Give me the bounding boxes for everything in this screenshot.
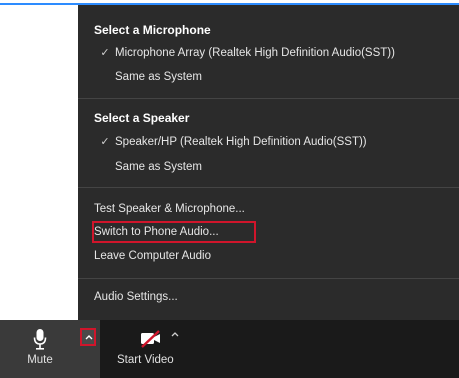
switch-to-phone-audio-item[interactable]: Switch to Phone Audio... (94, 222, 219, 242)
mute-label: Mute (27, 354, 53, 366)
test-speaker-microphone-label: Test Speaker & Microphone... (94, 203, 245, 215)
background-area (0, 5, 78, 320)
microphone-option-label: Same as System (115, 71, 202, 83)
start-video-label: Start Video (117, 354, 174, 366)
video-off-icon (141, 330, 160, 348)
mute-button[interactable]: Mute (0, 320, 100, 378)
audio-options-menu: Select a Microphone ✓ Microphone Array (… (78, 5, 459, 320)
test-speaker-microphone-item[interactable]: Test Speaker & Microphone... (94, 199, 245, 219)
menu-divider (78, 187, 459, 188)
switch-to-phone-audio-label: Switch to Phone Audio... (94, 226, 219, 238)
audio-settings-item[interactable]: Audio Settings... (94, 287, 178, 307)
menu-divider (78, 278, 459, 279)
speaker-option-same-as-system[interactable]: Same as System (94, 157, 202, 177)
audio-settings-label: Audio Settings... (94, 291, 178, 303)
speaker-section-header: Select a Speaker (94, 111, 190, 125)
microphone-section-header: Select a Microphone (94, 23, 211, 37)
speaker-option-label: Speaker/HP (Realtek High Definition Audi… (115, 136, 367, 148)
chevron-up-icon (85, 335, 93, 340)
leave-computer-audio-label: Leave Computer Audio (94, 250, 211, 262)
start-video-button[interactable]: Start Video (100, 320, 190, 378)
microphone-option-label: Microphone Array (Realtek High Definitio… (115, 47, 395, 59)
chevron-up-icon[interactable] (171, 331, 179, 337)
speaker-option-label: Same as System (115, 161, 202, 173)
speaker-option-hp[interactable]: ✓ Speaker/HP (Realtek High Definition Au… (94, 132, 367, 152)
leave-computer-audio-item[interactable]: Leave Computer Audio (94, 246, 211, 266)
audio-options-caret-button[interactable] (80, 328, 96, 346)
checkmark-icon: ✓ (100, 47, 110, 59)
meeting-toolbar: Mute Start Video (0, 320, 459, 378)
microphone-option-same-as-system[interactable]: Same as System (94, 67, 202, 87)
microphone-icon (33, 329, 47, 350)
checkmark-icon: ✓ (100, 136, 110, 148)
microphone-option-array[interactable]: ✓ Microphone Array (Realtek High Definit… (94, 43, 395, 63)
menu-divider (78, 98, 459, 99)
